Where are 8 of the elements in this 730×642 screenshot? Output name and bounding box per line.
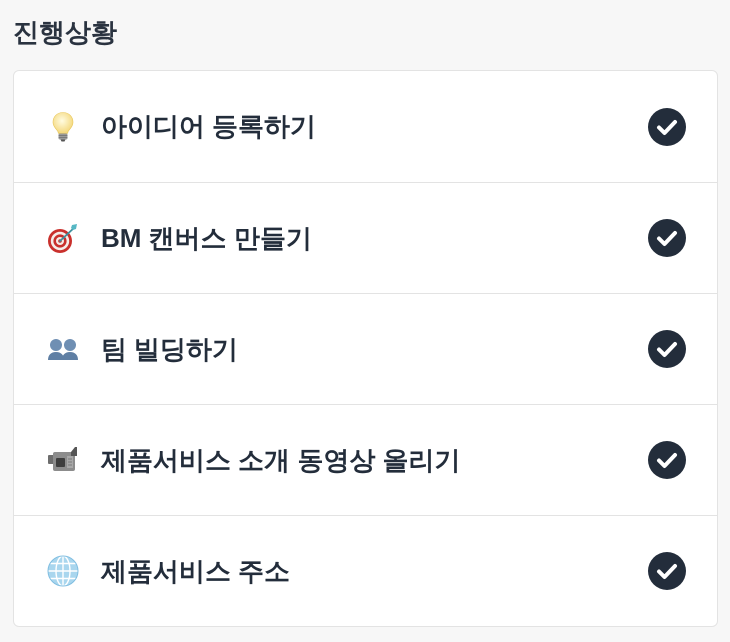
- section-title: 진행상황: [13, 16, 118, 48]
- step-label: 아이디어 등록하기: [101, 110, 318, 143]
- step-label: BM 캔버스 만들기: [101, 222, 313, 254]
- step-label: 제품서비스 소개 동영상 올리기: [101, 444, 462, 476]
- step-label: 제품서비스 주소: [101, 554, 292, 588]
- target-icon: [47, 222, 79, 254]
- step-label: 팀 빌딩하기: [101, 332, 240, 366]
- globe-icon: [47, 555, 79, 587]
